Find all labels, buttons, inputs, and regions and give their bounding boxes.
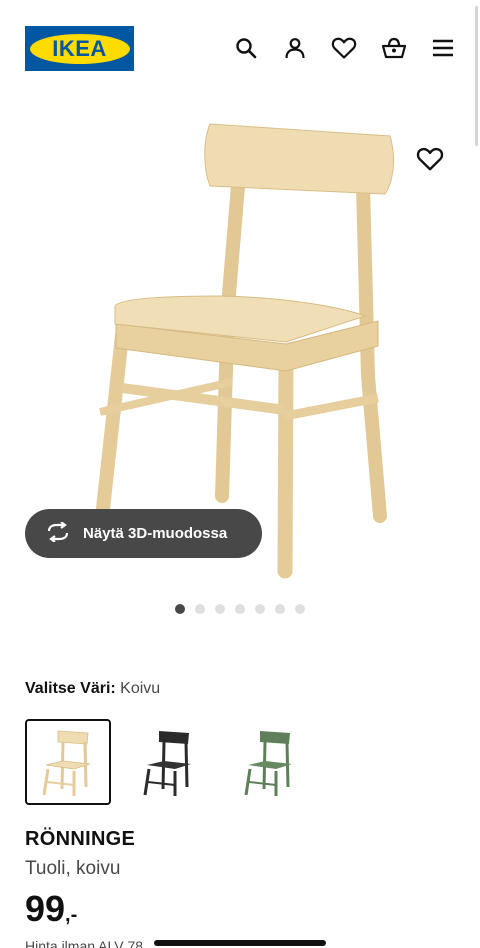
variant-label: Valitse Väri:: [25, 680, 116, 697]
home-indicator[interactable]: [154, 940, 326, 946]
variant-selector-heading: Valitse Väri: Koivu: [25, 680, 160, 698]
favourites-icon[interactable]: [330, 34, 358, 62]
ikea-logo[interactable]: IKEA: [25, 26, 134, 71]
header: IKEA: [0, 0, 480, 146]
gallery-dot[interactable]: [215, 604, 225, 614]
view-3d-label: Näytä 3D-muodossa: [83, 525, 228, 542]
chair-thumbnail-birch: [42, 730, 91, 796]
search-icon[interactable]: [232, 34, 260, 62]
add-to-favourites-icon[interactable]: [416, 146, 444, 174]
product-image-gallery[interactable]: Näytä 3D-muodossa: [0, 96, 480, 596]
product-description: Tuoli, koivu: [25, 858, 121, 879]
account-icon[interactable]: [281, 34, 309, 62]
chair-thumbnail-black: [143, 731, 191, 796]
gallery-dot[interactable]: [195, 604, 205, 614]
swatch-green[interactable]: [227, 719, 313, 805]
gallery-dot[interactable]: [255, 604, 265, 614]
product-price: 99 ,-: [25, 888, 77, 930]
price-suffix: ,-: [65, 904, 78, 926]
variant-swatches: [25, 719, 313, 805]
gallery-dot[interactable]: [275, 604, 285, 614]
logo-text: IKEA: [52, 35, 107, 61]
price-excluding-vat: Hinta ilman ALV 78: [25, 938, 144, 948]
view-3d-button[interactable]: Näytä 3D-muodossa: [25, 509, 262, 558]
gallery-dot[interactable]: [175, 604, 185, 614]
product-name: RÖNNINGE: [25, 828, 136, 850]
swatch-black[interactable]: [126, 719, 212, 805]
gallery-dot[interactable]: [235, 604, 245, 614]
price-integer: 99: [25, 888, 66, 929]
logo-oval: IKEA: [29, 33, 130, 64]
basket-icon[interactable]: [380, 34, 408, 62]
swatch-birch[interactable]: [25, 719, 111, 805]
variant-value: Koivu: [120, 680, 161, 697]
chair-thumbnail-green: [244, 731, 292, 796]
menu-icon[interactable]: [429, 34, 457, 62]
rotate-3d-icon: [45, 521, 71, 545]
gallery-dot[interactable]: [295, 604, 305, 614]
gallery-pagination: [0, 604, 480, 614]
